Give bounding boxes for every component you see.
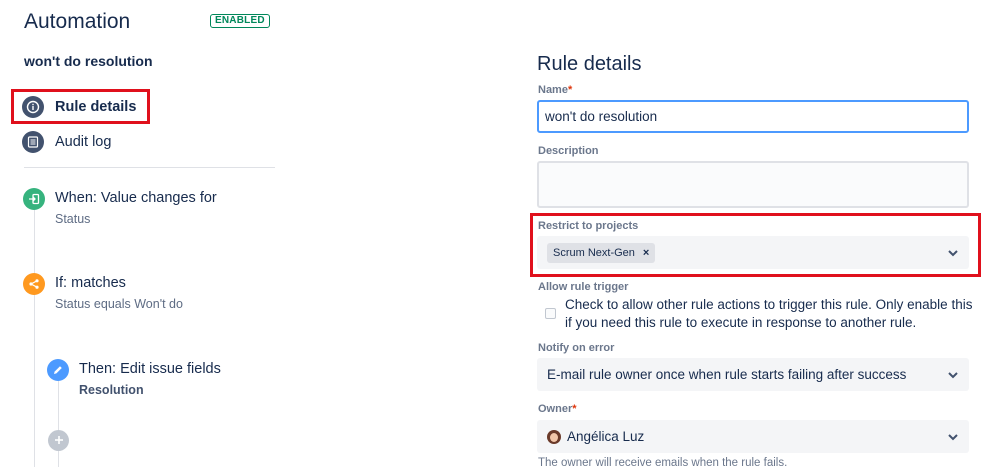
- notify-error-value: E-mail rule owner once when rule starts …: [547, 367, 907, 382]
- step-subtitle: Status equals Won't do: [55, 297, 183, 311]
- app-title: Automation: [24, 10, 131, 33]
- restrict-projects-select[interactable]: Scrum Next-Gen ×: [537, 236, 969, 269]
- flow-step-if[interactable]: If: matches Status equals Won't do: [23, 273, 183, 312]
- step-subtitle: Resolution: [79, 383, 144, 397]
- owner-hint: The owner will receive emails when the r…: [538, 457, 788, 467]
- rule-name-input[interactable]: [537, 100, 969, 133]
- trigger-icon: [23, 188, 45, 210]
- step-title: Then: Edit issue fields: [79, 361, 221, 377]
- panel-title: Rule details: [537, 53, 642, 75]
- description-label: Description: [538, 145, 599, 157]
- owner-value: Angélica Luz: [567, 429, 645, 444]
- nav-divider: [24, 167, 275, 168]
- nav-item-label: Rule details: [55, 99, 137, 115]
- flow-step-when[interactable]: When: Value changes for Status: [23, 188, 217, 227]
- chevron-down-icon: [948, 249, 958, 256]
- chevron-down-icon: [948, 371, 958, 378]
- flow-step-then[interactable]: Then: Edit issue fields Resolution: [47, 359, 221, 398]
- notify-error-select[interactable]: E-mail rule owner once when rule starts …: [537, 358, 969, 391]
- step-title: When: Value changes for: [55, 190, 217, 206]
- owner-select[interactable]: Angélica Luz: [537, 420, 969, 453]
- branch-icon: [23, 273, 45, 295]
- project-tag: Scrum Next-Gen ×: [547, 242, 656, 263]
- avatar: [547, 429, 561, 444]
- restrict-projects-label: Restrict to projects: [538, 220, 639, 232]
- list-icon: [22, 131, 44, 153]
- required-indicator: *: [572, 403, 577, 415]
- name-label: Name*: [538, 84, 573, 96]
- description-input[interactable]: [537, 161, 969, 208]
- nav-item-rule-details[interactable]: Rule details: [22, 96, 136, 118]
- flow-connector: [34, 208, 35, 467]
- status-badge: ENABLED: [210, 14, 270, 28]
- step-title: If: matches: [55, 275, 126, 291]
- allow-trigger-checkbox[interactable]: [545, 308, 556, 319]
- nav-item-label: Audit log: [55, 134, 112, 150]
- info-icon: [22, 96, 44, 118]
- chevron-down-icon: [948, 433, 958, 440]
- tag-remove-button[interactable]: ×: [643, 247, 649, 259]
- allow-trigger-description: Check to allow other rule actions to tri…: [565, 297, 973, 330]
- rule-name-heading: won't do resolution: [24, 53, 153, 69]
- required-indicator: *: [567, 84, 573, 96]
- project-tag-label: Scrum Next-Gen: [553, 246, 635, 259]
- step-subtitle: Status: [55, 212, 91, 226]
- notify-error-label: Notify on error: [538, 342, 615, 354]
- owner-label: Owner*: [538, 403, 577, 415]
- nav-item-audit-log[interactable]: Audit log: [22, 131, 111, 153]
- add-step-button[interactable]: [48, 430, 69, 451]
- pencil-icon: [47, 359, 69, 381]
- allow-trigger-label: Allow rule trigger: [538, 281, 629, 293]
- plus-icon: [54, 432, 64, 450]
